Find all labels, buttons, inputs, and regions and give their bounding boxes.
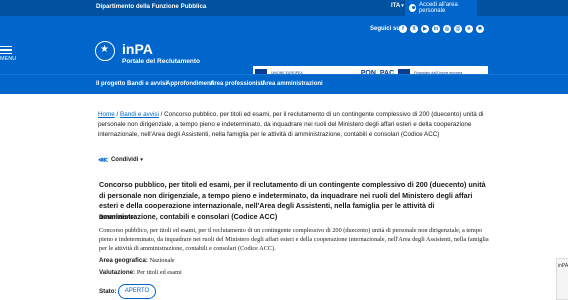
chevron-down-icon: ▾ bbox=[401, 3, 404, 9]
user-icon bbox=[409, 4, 416, 12]
telegram-icon[interactable]: ✈ bbox=[465, 25, 473, 33]
login-button[interactable]: Accedi all'area personale bbox=[405, 0, 477, 16]
status-badge: APERTO bbox=[118, 284, 156, 299]
geo-area: Area geografica: Nazionale bbox=[99, 257, 175, 264]
youtube-icon[interactable]: ▶ bbox=[421, 25, 429, 33]
language-selector[interactable]: ITA▾ bbox=[391, 3, 404, 9]
valutazione-value: Per titoli ed esami bbox=[136, 269, 182, 276]
description-text: Concorso pubblico, per titoli ed esami, … bbox=[99, 227, 489, 252]
login-label: Accedi all'area personale bbox=[418, 2, 458, 14]
breadcrumb: Home / Bandi e avvisi / Concorso pubblic… bbox=[98, 111, 484, 138]
hamburger-icon bbox=[0, 46, 12, 48]
chevron-down-icon: ▾ bbox=[140, 157, 143, 163]
main-nav: Il progetto Bandi e avvisi Approfondimen… bbox=[0, 74, 568, 94]
hamburger-icon-bar bbox=[0, 49, 12, 51]
side-widget[interactable]: inPA bbox=[556, 258, 568, 300]
nav-item-amministrazioni[interactable]: Area amministrazioni bbox=[262, 81, 323, 87]
bluesky-icon[interactable]: ✱ bbox=[476, 25, 484, 33]
republic-emblem-logo[interactable] bbox=[95, 41, 115, 61]
site-header: MENU inPA Portale del Reclutamento Segui… bbox=[0, 16, 568, 80]
geo-value: Nazionale bbox=[149, 257, 175, 264]
breadcrumb-home[interactable]: Home bbox=[98, 111, 115, 118]
social-links: f X ▶ in ◎ @ ✈ ✱ bbox=[399, 25, 487, 33]
share-label: Condividi bbox=[110, 157, 139, 163]
brand-tagline: Portale del Reclutamento bbox=[122, 58, 201, 65]
description-label: Descrizione: bbox=[99, 214, 136, 221]
stato-label: Stato: bbox=[99, 288, 117, 295]
share-button[interactable]: ⋘ Condividi ▾ bbox=[98, 156, 143, 164]
top-bar: Dipartimento della Funzione Pubblica ITA… bbox=[0, 0, 568, 16]
org-name[interactable]: Dipartimento della Funzione Pubblica bbox=[96, 3, 206, 10]
nav-item-progetto[interactable]: Il progetto bbox=[96, 81, 125, 87]
menu-button[interactable]: MENU bbox=[0, 44, 20, 62]
facebook-icon[interactable]: f bbox=[399, 25, 407, 33]
brand-name[interactable]: inPA bbox=[122, 41, 153, 57]
instagram-icon[interactable]: ◎ bbox=[443, 25, 451, 33]
breadcrumb-bandi[interactable]: Bandi e avvisi bbox=[120, 111, 159, 118]
nav-item-bandi[interactable]: Bandi e avvisi bbox=[127, 81, 167, 87]
nav-item-approfondimenti[interactable]: Approfondimenti bbox=[166, 81, 214, 87]
menu-label: MENU bbox=[0, 55, 17, 62]
nav-item-professionisti[interactable]: Area professionisti bbox=[210, 81, 264, 87]
valutazione-label: Valutazione: bbox=[99, 269, 136, 276]
language-label: ITA bbox=[391, 3, 401, 9]
threads-icon[interactable]: @ bbox=[454, 25, 462, 33]
follow-label: Seguici su: bbox=[370, 26, 403, 32]
x-icon[interactable]: X bbox=[410, 25, 418, 33]
valutazione: Valutazione: Per titoli ed esami bbox=[99, 269, 182, 276]
page-title: Concorso pubblico, per titoli ed esami, … bbox=[99, 180, 486, 221]
linkedin-icon[interactable]: in bbox=[432, 25, 440, 33]
share-icon: ⋘ bbox=[98, 157, 108, 164]
geo-label: Area geografica: bbox=[99, 257, 148, 264]
hamburger-icon-bar bbox=[0, 52, 12, 54]
